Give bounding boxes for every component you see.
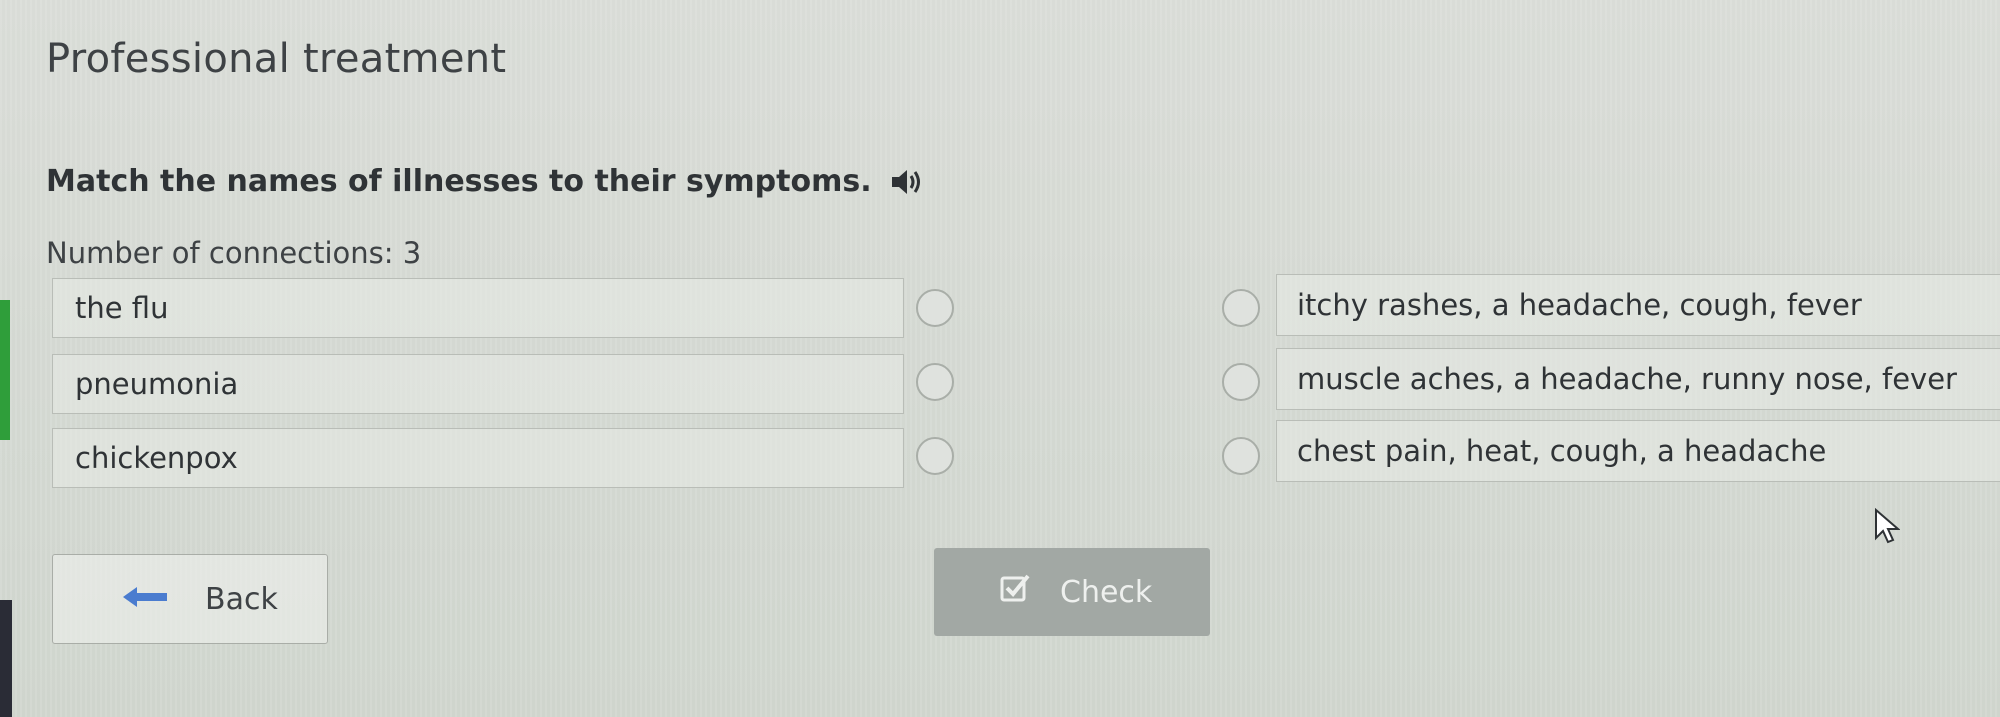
match-left-item[interactable]: pneumonia xyxy=(52,354,904,414)
right-connector-radio[interactable] xyxy=(1222,289,1260,327)
right-connector-radio[interactable] xyxy=(1222,437,1260,475)
match-right-item[interactable]: chest pain, heat, cough, a headache xyxy=(1276,420,2000,482)
match-left-label: pneumonia xyxy=(75,367,239,401)
connections-count: Number of connections: 3 xyxy=(46,236,422,270)
back-button-label: Back xyxy=(205,581,278,617)
instruction-text: Match the names of illnesses to their sy… xyxy=(46,164,872,199)
match-right-item[interactable]: muscle aches, a headache, runny nose, fe… xyxy=(1276,348,2000,410)
back-button[interactable]: Back xyxy=(52,554,328,644)
match-right-label: itchy rashes, a headache, cough, fever xyxy=(1297,288,1862,322)
left-edge-accent xyxy=(0,300,10,440)
left-connector-radio[interactable] xyxy=(916,437,954,475)
mouse-cursor-icon xyxy=(1874,507,1901,544)
checkbox-icon xyxy=(1000,573,1030,611)
check-button[interactable]: Check xyxy=(934,548,1210,636)
check-button-label: Check xyxy=(1060,574,1153,610)
match-right-label: chest pain, heat, cough, a headache xyxy=(1297,434,1827,468)
left-connector-radio[interactable] xyxy=(916,289,954,327)
speaker-icon[interactable] xyxy=(890,167,924,197)
left-connector-radio[interactable] xyxy=(916,363,954,401)
right-connector-radio[interactable] xyxy=(1222,363,1260,401)
match-left-item[interactable]: chickenpox xyxy=(52,428,904,488)
match-left-item[interactable]: the flu xyxy=(52,278,904,338)
page-title: Professional treatment xyxy=(46,36,507,82)
instruction-row: Match the names of illnesses to their sy… xyxy=(46,164,924,199)
arrow-left-icon xyxy=(123,582,169,617)
match-left-label: chickenpox xyxy=(75,441,238,475)
match-left-label: the flu xyxy=(75,291,169,325)
match-right-label: muscle aches, a headache, runny nose, fe… xyxy=(1297,362,1957,396)
match-right-item[interactable]: itchy rashes, a headache, cough, fever xyxy=(1276,274,2000,336)
left-edge-dark xyxy=(0,600,12,717)
